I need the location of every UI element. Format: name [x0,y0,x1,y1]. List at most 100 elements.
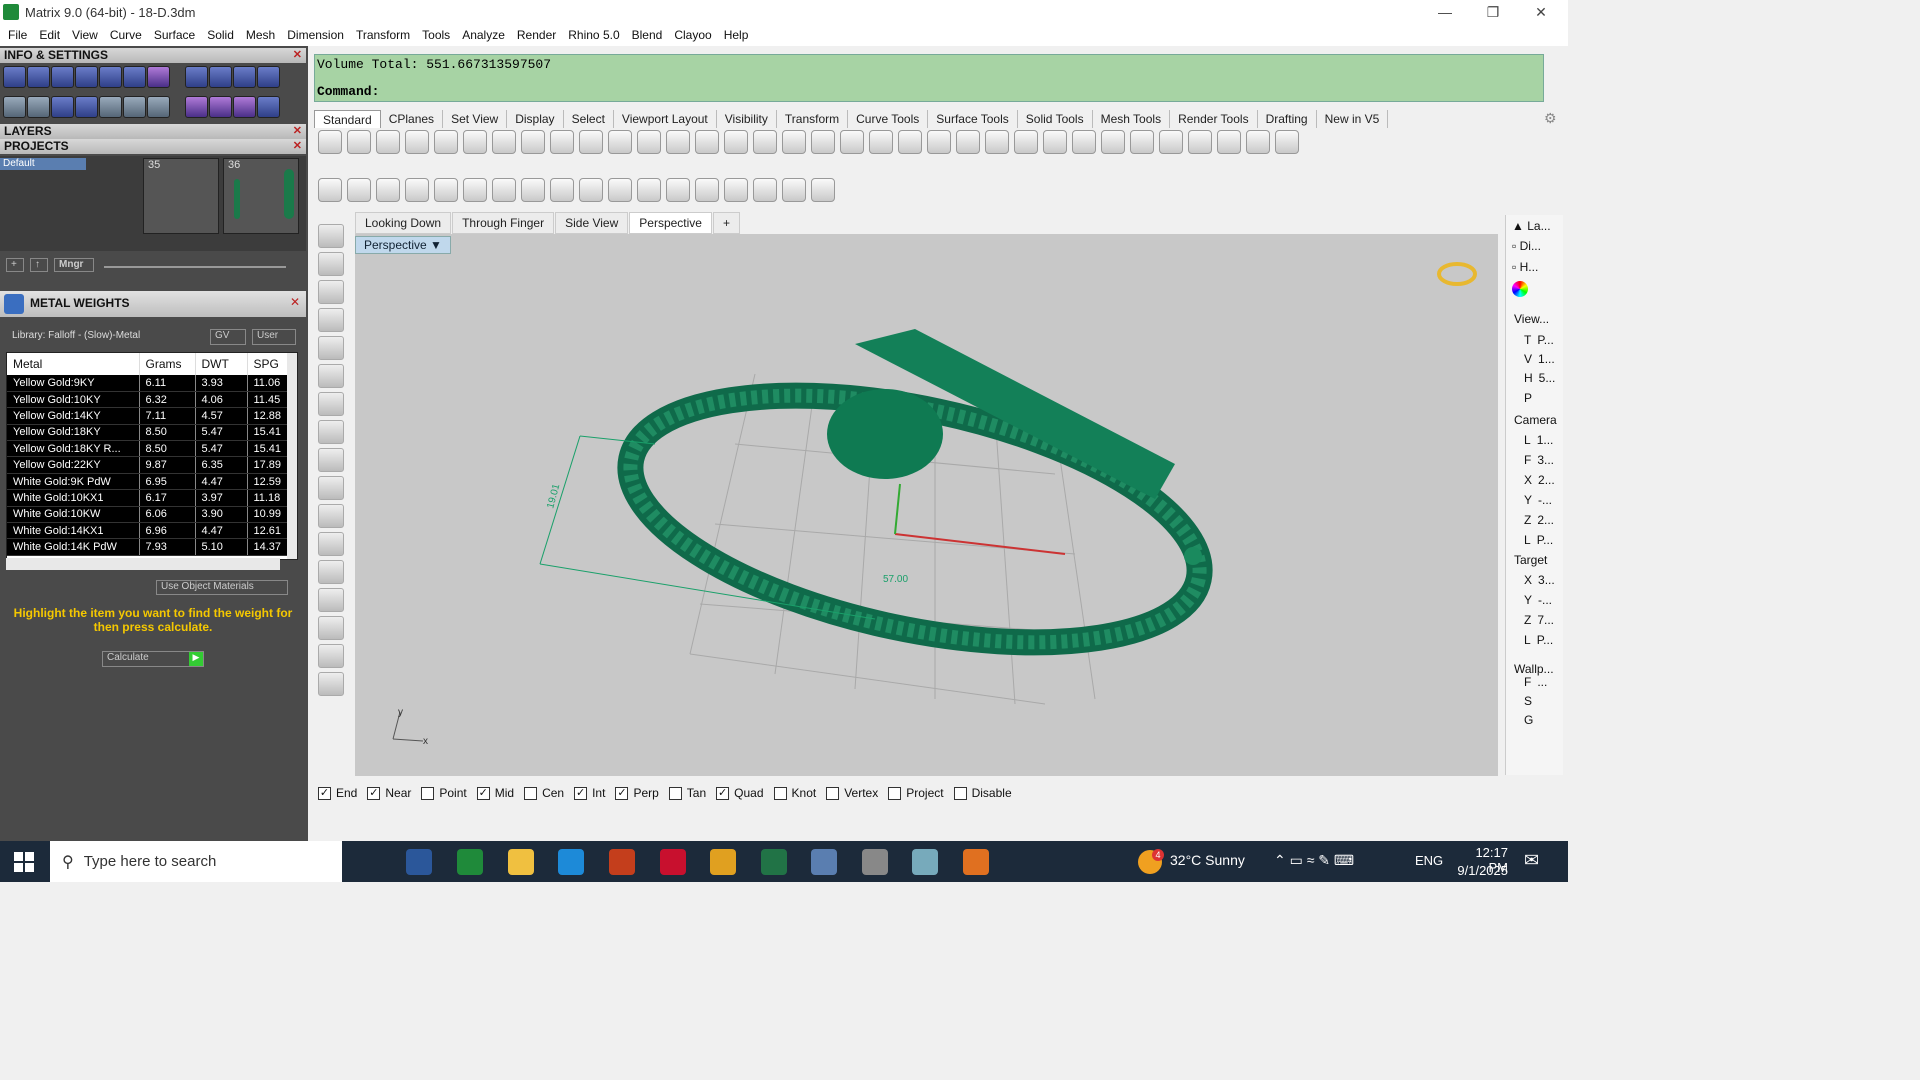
side-tool-icon[interactable] [318,280,344,304]
gv-toggle[interactable]: GV [210,329,246,345]
toolbar-icon[interactable] [376,130,400,154]
lock-icon[interactable] [521,178,545,202]
side-tool-icon[interactable] [318,672,344,696]
side-tool-icon[interactable] [318,644,344,668]
tool-icon[interactable] [257,66,280,88]
tab-looking-down[interactable]: Looking Down [355,212,452,234]
project-thumb-36[interactable]: 36 [223,158,299,234]
property-row[interactable]: L 1... [1524,433,1553,447]
side-tool-icon[interactable] [318,560,344,584]
toolbar-icon[interactable] [608,130,632,154]
tab-surface-tools[interactable]: Surface Tools [928,110,1018,128]
edge-icon[interactable] [558,849,584,875]
toolbar-icon[interactable] [434,130,458,154]
toolbar-icon[interactable] [579,130,603,154]
osnap-int[interactable]: ✓ Int [574,786,605,800]
menu-clayoo[interactable]: Clayoo [668,28,717,42]
add-project-button[interactable]: + [6,258,24,272]
powerpoint-icon[interactable] [609,849,635,875]
toolbar-icon[interactable] [840,130,864,154]
calculate-button[interactable]: Calculate ▶ [102,651,204,667]
menu-transform[interactable]: Transform [350,28,416,42]
toolbar-icon[interactable] [1246,130,1270,154]
tab-drafting[interactable]: Drafting [1258,110,1317,128]
tool-icon[interactable] [75,96,98,118]
toolbar-icon[interactable] [695,130,719,154]
close-icon[interactable]: ✕ [290,295,300,309]
word-icon[interactable] [406,849,432,875]
osnap-mid[interactable]: ✓ Mid [476,786,514,800]
layers-tab[interactable]: ▲ La... [1512,219,1551,233]
tool-icon[interactable] [99,66,122,88]
osnap-tan[interactable]: Tan [668,786,706,800]
menu-solid[interactable]: Solid [201,28,240,42]
menu-surface[interactable]: Surface [148,28,201,42]
manager-button[interactable]: Mngr [54,258,94,272]
checkbox[interactable] [888,786,902,800]
menu-render[interactable]: Render [511,28,562,42]
chrome-icon[interactable] [963,849,989,875]
tab-select[interactable]: Select [564,110,614,128]
osnap-point[interactable]: Point [421,786,467,800]
menu-rhino5[interactable]: Rhino 5.0 [562,28,625,42]
tab-curve-tools[interactable]: Curve Tools [848,110,929,128]
tab-perspective[interactable]: Perspective [629,212,712,234]
side-tool-icon[interactable] [318,252,344,276]
color-wheel-icon[interactable] [1512,281,1528,297]
ring-nav-icon[interactable] [1437,262,1477,286]
language-indicator[interactable]: ENG [1415,853,1443,868]
tab-visibility[interactable]: Visibility [717,110,777,128]
tool-icon[interactable] [3,96,26,118]
checkbox[interactable] [826,786,840,800]
property-value[interactable]: 5... [1539,371,1556,385]
tool-icon[interactable] [51,66,74,88]
table-scrollbar[interactable] [287,353,297,559]
table-row[interactable]: Yellow Gold:18KY R... 8.50 5.47 15.41 [7,440,289,458]
table-row[interactable]: White Gold:9K PdW 6.95 4.47 12.59 [7,473,289,491]
lightbulb-icon[interactable] [811,178,835,202]
toolbar-icon[interactable] [1130,130,1154,154]
lock-icon[interactable] [550,178,574,202]
property-value[interactable]: ... [1537,675,1547,689]
property-row[interactable]: Z 7... [1524,613,1554,627]
toolbar-icon[interactable] [985,130,1009,154]
windows-start-icon[interactable] [14,852,34,872]
property-row[interactable]: G [1524,713,1539,727]
osnap-quad[interactable]: ✓ Quad [716,786,764,800]
close-icon[interactable]: ✕ [293,124,302,139]
toolbar-icon[interactable] [1043,130,1067,154]
checkbox[interactable] [953,786,967,800]
checkbox[interactable] [668,786,682,800]
property-row[interactable]: F 3... [1524,453,1554,467]
search-input[interactable]: ⚲ Type here to search [50,841,342,882]
col-dwt[interactable]: DWT [195,353,248,375]
table-row[interactable]: Yellow Gold:22KY 9.87 6.35 17.89 [7,456,289,474]
tool-icon[interactable] [233,66,256,88]
property-row[interactable]: Z 2... [1524,513,1554,527]
toolbar-icon[interactable] [637,130,661,154]
table-hscrollbar[interactable] [6,558,280,570]
tool-icon[interactable] [147,66,170,88]
property-row[interactable]: X 3... [1524,573,1555,587]
osnap-project[interactable]: Project [888,786,944,800]
lock-icon[interactable] [724,178,748,202]
toolbar-icon[interactable] [811,130,835,154]
property-value[interactable]: 1... [1538,352,1555,366]
side-tool-icon[interactable] [318,588,344,612]
side-tool-icon[interactable] [318,364,344,388]
osnap-end[interactable]: ✓ End [318,786,357,800]
toolbar-icon[interactable] [1159,130,1183,154]
toolbar-icon[interactable] [1014,130,1038,154]
tab-transform[interactable]: Transform [777,110,849,128]
gear-icon[interactable]: ⚙ [1544,110,1557,127]
menu-tools[interactable]: Tools [416,28,456,42]
side-tool-icon[interactable] [318,420,344,444]
lock-icon[interactable] [637,178,661,202]
toolbar-icon[interactable] [1072,130,1096,154]
file-explorer-icon[interactable] [508,849,534,875]
user-toggle[interactable]: User [252,329,296,345]
tool-icon[interactable] [209,96,232,118]
side-tool-icon[interactable] [318,504,344,528]
tab-set-view[interactable]: Set View [443,110,508,128]
help-tab[interactable]: ▫ H... [1512,260,1538,274]
